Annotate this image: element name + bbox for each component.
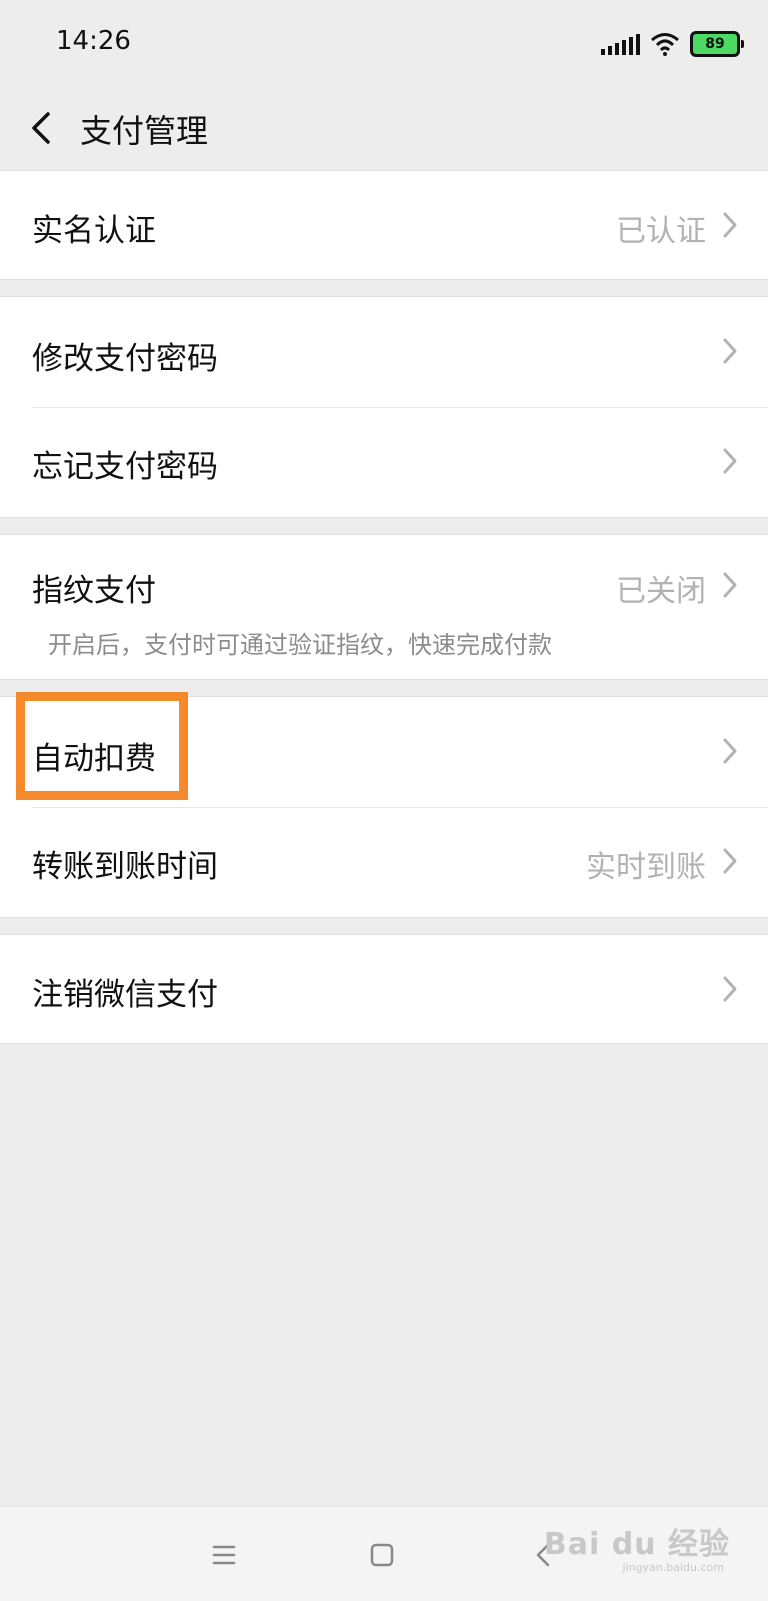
watermark: Bai du 经验 <box>543 1527 730 1562</box>
row-cancel-wechat-pay[interactable]: 注销微信支付 <box>0 935 768 1043</box>
back-button[interactable] <box>18 102 70 154</box>
row-transfer-time[interactable]: 转账到账时间 实时到账 <box>0 807 768 917</box>
row-forgot-password[interactable]: 忘记支付密码 <box>0 407 768 517</box>
page-title: 支付管理 <box>80 112 209 150</box>
row-auto-deduct[interactable]: 自动扣费 <box>0 697 768 807</box>
wifi-icon <box>651 33 679 56</box>
chevron-right-icon <box>723 338 737 364</box>
group-verification: 实名认证 已认证 <box>0 170 768 280</box>
row-label: 实名认证 <box>32 213 156 249</box>
row-value: 已关闭 <box>616 574 706 609</box>
battery-icon: 89 <box>690 31 744 57</box>
row-value: 已认证 <box>616 214 706 249</box>
chevron-right-icon <box>723 212 737 238</box>
group-fingerprint: 指纹支付 已关闭 开启后，支付时可通过验证指纹，快速完成付款 <box>0 534 768 680</box>
group-auto-deduct: 自动扣费 转账到账时间 实时到账 <box>0 696 768 918</box>
status-time: 14:26 <box>56 26 131 56</box>
row-label: 忘记支付密码 <box>32 449 218 485</box>
home-icon[interactable] <box>362 1535 402 1575</box>
status-bar: 14:26 89 <box>0 0 768 88</box>
row-label: 修改支付密码 <box>32 341 218 377</box>
system-nav-bar: Bai du 经验 jingyan.baidu.com <box>0 1506 768 1601</box>
menu-icon[interactable] <box>204 1535 244 1575</box>
chevron-right-icon <box>723 738 737 764</box>
group-password: 修改支付密码 忘记支付密码 <box>0 296 768 518</box>
row-label: 转账到账时间 <box>32 849 218 885</box>
chevron-right-icon <box>723 448 737 474</box>
battery-level: 89 <box>705 36 725 52</box>
back-arrow-icon <box>32 112 50 144</box>
row-subtitle: 开启后，支付时可通过验证指纹，快速完成付款 <box>48 631 552 659</box>
row-label: 指纹支付 <box>32 573 156 609</box>
watermark-sub: jingyan.baidu.com <box>622 1561 724 1574</box>
group-cancel: 注销微信支付 <box>0 934 768 1044</box>
chevron-right-icon <box>723 572 737 598</box>
signal-icon <box>601 33 640 55</box>
nav-bar: 支付管理 <box>0 88 768 170</box>
chevron-right-icon <box>723 848 737 874</box>
row-change-password[interactable]: 修改支付密码 <box>0 297 768 407</box>
row-value: 实时到账 <box>586 850 706 885</box>
row-real-name[interactable]: 实名认证 已认证 <box>0 171 768 279</box>
chevron-right-icon <box>723 976 737 1002</box>
status-icons: 89 <box>601 30 744 58</box>
row-label: 注销微信支付 <box>32 977 218 1013</box>
row-label: 自动扣费 <box>32 741 156 777</box>
row-fingerprint-pay[interactable]: 指纹支付 已关闭 开启后，支付时可通过验证指纹，快速完成付款 <box>0 535 768 679</box>
